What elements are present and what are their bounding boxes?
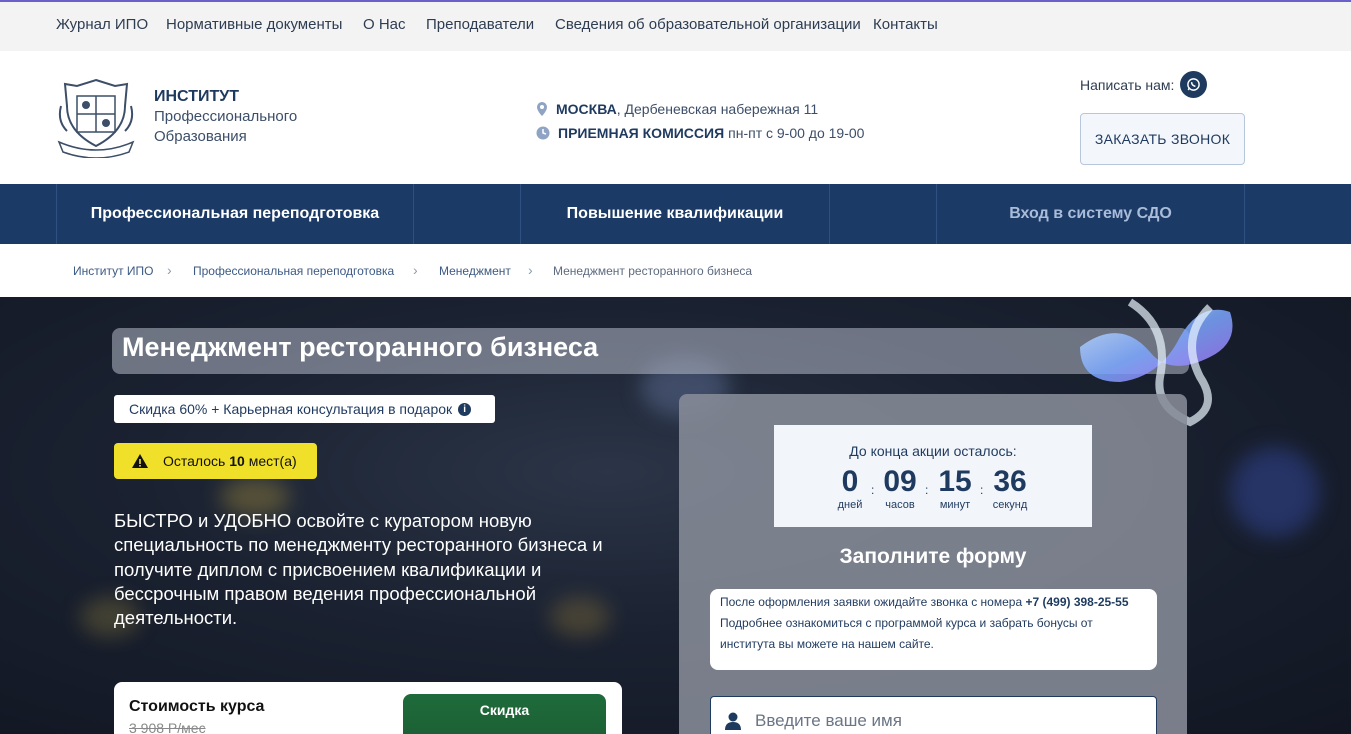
- write-us-label: Написать нам:: [1080, 76, 1175, 93]
- nav-divider: [829, 184, 937, 244]
- topnav-org-info[interactable]: Сведения об образовательной организации: [555, 16, 861, 33]
- main-nav: Профессиональная переподготовка Повышени…: [0, 184, 1351, 244]
- places-prefix: Осталось: [163, 453, 226, 469]
- nav-retraining[interactable]: Профессиональная переподготовка: [56, 184, 413, 244]
- note-line1: После оформления заявки ожидайте звонка …: [720, 595, 1026, 609]
- breadcrumb-home[interactable]: Институт ИПО: [73, 264, 154, 278]
- site-header: ИНСТИТУТ Профессионального Образования М…: [0, 51, 1351, 184]
- old-price: 3 908 Р/мес: [129, 720, 206, 734]
- timer-minutes-label: минут: [939, 499, 971, 511]
- places-left-badge: Осталось 10 мест(а): [114, 443, 317, 479]
- name-input[interactable]: [755, 711, 1135, 731]
- hero-description: БЫСТРО и УДОБНО освойте с куратором нову…: [114, 510, 603, 629]
- chevron-right-icon: ›: [528, 262, 533, 278]
- city: МОСКВА: [556, 101, 617, 117]
- nav-sdo-login[interactable]: Вход в систему СДО: [936, 184, 1245, 244]
- order-call-button[interactable]: ЗАКАЗАТЬ ЗВОНОК: [1080, 113, 1245, 165]
- write-us: Написать нам:: [1080, 71, 1208, 98]
- admission-label: ПРИЕМНАЯ КОМИССИЯ: [558, 125, 725, 141]
- hero-section: Менеджмент ресторанного бизнеса Скидка 6…: [0, 297, 1351, 734]
- chevron-right-icon: ›: [413, 262, 418, 278]
- warning-icon: [132, 454, 148, 468]
- timer-hours: 09: [883, 465, 917, 498]
- topnav-documents[interactable]: Нормативные документы: [166, 16, 342, 33]
- info-icon[interactable]: i: [458, 402, 472, 416]
- breadcrumb-current: Менеджмент ресторанного бизнеса: [553, 264, 753, 278]
- topnav-teachers[interactable]: Преподаватели: [426, 16, 534, 33]
- timer-seconds: 36: [993, 465, 1027, 498]
- crest-logo[interactable]: [55, 76, 137, 158]
- places-count: 10: [229, 453, 245, 469]
- timer-minutes: 15: [938, 465, 972, 498]
- brand-line2: Профессионального: [154, 108, 298, 125]
- discount-text: Скидка 60% + Карьерная консультация в по…: [129, 401, 453, 417]
- price-card: Стоимость курса 3 908 Р/мес Скидка: [114, 682, 622, 734]
- chevron-right-icon: ›: [167, 262, 172, 278]
- timer-days: 0: [841, 465, 859, 498]
- topnav-contacts[interactable]: Контакты: [873, 16, 938, 33]
- countdown-timer: До конца акции осталось: 0 дней : 09 час…: [774, 425, 1092, 527]
- page-title: Менеджмент ресторанного бизнеса: [122, 332, 599, 362]
- timer-caption: До конца акции осталось:: [849, 443, 1017, 459]
- whatsapp-icon[interactable]: [1180, 71, 1208, 98]
- brand-line3: Образования: [154, 128, 247, 145]
- timer-days-label: дней: [837, 499, 863, 511]
- price-title: Стоимость курса: [129, 698, 265, 715]
- topnav-journal[interactable]: Журнал ИПО: [56, 16, 148, 33]
- callback-phone[interactable]: +7 (499) 398-25-55: [1025, 595, 1128, 609]
- timer-separator: :: [980, 483, 984, 497]
- top-menu: Журнал ИПО Нормативные документы О Нас П…: [0, 0, 1351, 51]
- topnav-about[interactable]: О Нас: [363, 16, 406, 33]
- nav-qualification[interactable]: Повышение квалификации: [520, 184, 829, 244]
- places-suffix: мест(а): [248, 453, 297, 469]
- brand-line1: ИНСТИТУТ: [154, 88, 239, 105]
- breadcrumb-management[interactable]: Менеджмент: [439, 264, 511, 278]
- user-icon: [725, 712, 741, 730]
- name-field[interactable]: [710, 696, 1157, 734]
- timer-separator: :: [871, 483, 875, 497]
- timer-seconds-label: секунд: [992, 499, 1028, 511]
- form-heading: Заполните форму: [839, 545, 1027, 568]
- contacts-block: МОСКВА, Дербеневская набережная 11 ПРИЕМ…: [536, 97, 864, 145]
- timer-hours-label: часов: [885, 499, 915, 511]
- discount-badge: Скидка 60% + Карьерная консультация в по…: [114, 395, 495, 423]
- nav-divider: [413, 184, 521, 244]
- bokeh-light: [1230, 447, 1320, 537]
- discount-label: Скидка: [403, 694, 606, 734]
- timer-separator: :: [925, 483, 929, 497]
- breadcrumb-retraining[interactable]: Профессиональная переподготовка: [193, 264, 394, 278]
- breadcrumb: Институт ИПО › Профессиональная переподг…: [0, 244, 1351, 297]
- address: , Дербеневская набережная 11: [616, 101, 819, 117]
- brand-name[interactable]: ИНСТИТУТ Профессионального Образования: [154, 87, 297, 147]
- clock-icon: [536, 126, 550, 140]
- admission-hours: пн-пт с 9-00 до 19-00: [728, 125, 865, 141]
- location-pin-icon: [537, 102, 547, 116]
- form-note: После оформления заявки ожидайте звонка …: [710, 589, 1157, 670]
- note-line2: Подробнее ознакомиться с программой курс…: [720, 616, 1093, 651]
